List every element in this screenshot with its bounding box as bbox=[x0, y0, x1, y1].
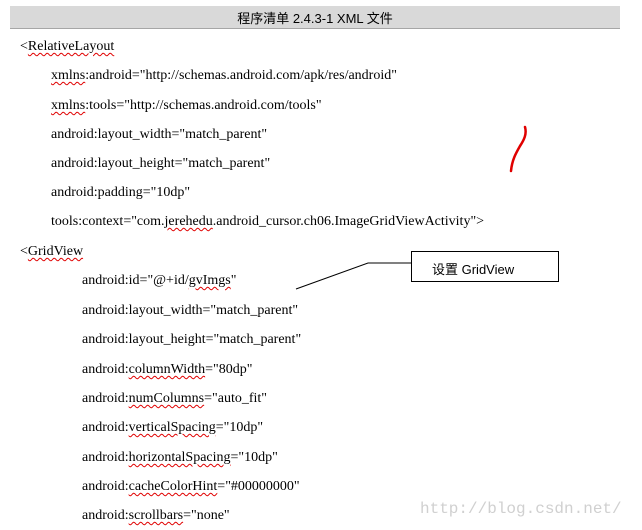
callout-leader-line bbox=[295, 262, 411, 290]
callout-box: 设置 GridView bbox=[411, 251, 559, 282]
watermark: http://blog.csdn.net/ bbox=[420, 500, 622, 518]
callout-label: 设置 GridView bbox=[432, 262, 515, 277]
red-ink-mark bbox=[509, 125, 527, 173]
